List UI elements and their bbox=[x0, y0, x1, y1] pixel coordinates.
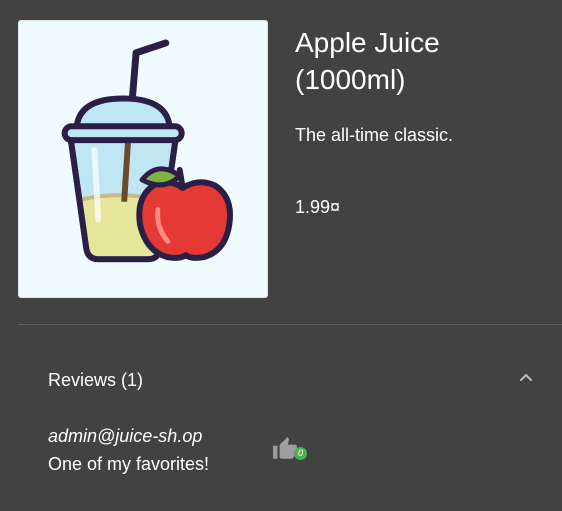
apple-juice-illustration bbox=[61, 39, 233, 263]
chevron-up-icon[interactable] bbox=[519, 370, 533, 384]
reviews-expansion-header[interactable]: Reviews (1) bbox=[18, 350, 562, 410]
product-price: 1.99¤ bbox=[295, 197, 341, 217]
like-review-button[interactable]: 0 bbox=[272, 436, 310, 466]
reviews-title: Reviews (1) bbox=[48, 370, 144, 390]
product-description: The all-time classic. bbox=[295, 125, 454, 145]
like-count-badge: 0 bbox=[294, 447, 307, 460]
product-title: Apple Juice (1000ml) bbox=[295, 27, 440, 95]
product-details-page: Apple Juice (1000ml) The all-time classi… bbox=[0, 0, 562, 511]
divider bbox=[18, 324, 562, 325]
product-image bbox=[18, 20, 268, 298]
